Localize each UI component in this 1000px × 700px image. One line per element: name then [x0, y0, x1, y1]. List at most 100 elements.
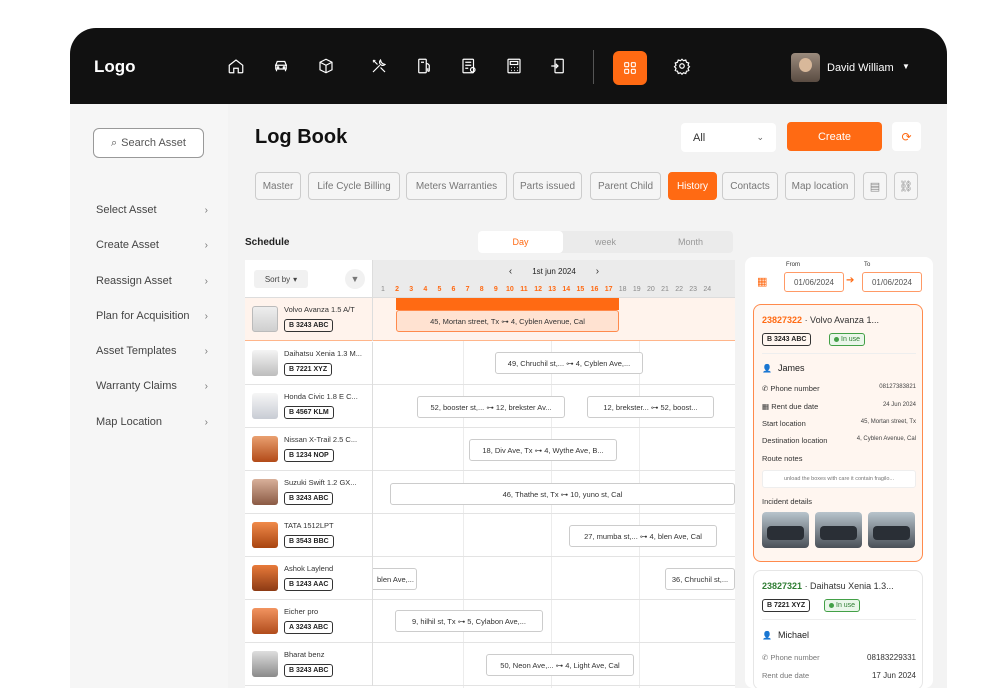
- asset-cell: Daihatsu Xenia 1.3 M... B 7221 XYZ: [245, 342, 373, 385]
- timeline-header: ‹ 1st jun 2024 › 1 2 3 4 5 6 7 8 9 10 11 12 13 14 15 16…: [373, 260, 735, 298]
- hour-label: 9: [493, 286, 498, 293]
- previous-day-icon[interactable]: ‹: [509, 266, 512, 277]
- divider: [762, 353, 916, 354]
- phone-icon: ✆: [762, 384, 769, 393]
- fuel-icon[interactable]: [413, 55, 435, 77]
- sidebar-item-asset-templates[interactable]: Asset Templates ›: [96, 345, 208, 357]
- plate-badge: B 4567 KLM: [284, 406, 334, 419]
- exit-icon[interactable]: [547, 55, 569, 77]
- user-name[interactable]: David William: [827, 62, 894, 74]
- calendar-icon[interactable]: ▦: [757, 275, 773, 291]
- from-date-input[interactable]: 01/06/2024: [784, 272, 844, 292]
- car-icon[interactable]: [270, 55, 292, 77]
- history-card-active[interactable]: 23827322 · Volvo Avanza 1... B 3243 ABC …: [753, 304, 923, 562]
- tab-meters-warranties[interactable]: Meters Warranties: [406, 172, 507, 200]
- booking-block[interactable]: 18, Div Ave, Tx ⊶ 4, Wythe Ave, B...: [469, 439, 617, 461]
- settings-icon[interactable]: [671, 55, 693, 77]
- sort-by-dropdown[interactable]: Sort by ▾: [254, 270, 308, 288]
- avatar[interactable]: [791, 53, 820, 82]
- grid-icon[interactable]: [613, 51, 647, 85]
- report-icon[interactable]: [458, 55, 480, 77]
- nav-separator: [593, 50, 594, 84]
- asset-cell: TATA 1512LPT B 3543 BBC: [245, 514, 373, 557]
- incident-label: Incident details: [762, 497, 813, 506]
- filter-icon[interactable]: ▼: [345, 269, 365, 289]
- vehicle-thumbnail: [252, 306, 278, 332]
- booking-block[interactable]: 27, mumba st,... ⊶ 4, blen Ave, Cal: [569, 525, 717, 547]
- booking-block[interactable]: 12, brekster... ⊶ 52, boost...: [587, 396, 714, 418]
- home-icon[interactable]: [225, 55, 247, 77]
- incident-photo[interactable]: [815, 512, 862, 548]
- incident-photo[interactable]: [762, 512, 809, 548]
- plate-badge: B 1243 AAC: [284, 578, 334, 591]
- history-card[interactable]: 23827321 · Daihatsu Xenia 1.3... B 7221 …: [753, 570, 923, 688]
- tab-contacts[interactable]: Contacts: [722, 172, 778, 200]
- document-icon[interactable]: ▤: [863, 172, 887, 200]
- page-title: Log Book: [255, 126, 348, 148]
- calculator-icon[interactable]: [503, 55, 525, 77]
- hour-label: 10: [505, 286, 514, 293]
- chevron-down-icon[interactable]: ▼: [902, 62, 910, 71]
- create-button[interactable]: Create: [787, 122, 882, 151]
- tab-parts-issued[interactable]: Parts issued: [513, 172, 582, 200]
- filter-select[interactable]: All ⌄: [681, 123, 776, 152]
- tab-master[interactable]: Master: [255, 172, 301, 200]
- date-navigator: ‹ 1st jun 2024 ›: [373, 266, 735, 277]
- plate-badge: B 3243 ABC: [762, 333, 812, 346]
- search-asset-label: Search Asset: [121, 137, 186, 149]
- asset-name: Volvo Avanza 1.5 A/T: [284, 305, 355, 314]
- chevron-right-icon: ›: [204, 380, 208, 392]
- chevron-right-icon: ›: [204, 239, 208, 251]
- hour-label: 13: [548, 286, 557, 293]
- sidebar-item-select-asset[interactable]: Select Asset ›: [96, 204, 208, 216]
- incident-photo[interactable]: [868, 512, 915, 548]
- vehicle-name: · Daihatsu Xenia 1.3...: [804, 581, 894, 591]
- card-title: 23827321 · Daihatsu Xenia 1.3...: [762, 581, 894, 591]
- tab-map-location[interactable]: Map location: [785, 172, 855, 200]
- schedule-row[interactable]: Daihatsu Xenia 1.3 M... B 7221 XYZ: [245, 342, 735, 385]
- booking-block[interactable]: 9, hilhil st, Tx ⊶ 5, Cylabon Ave,...: [395, 610, 543, 632]
- tab-parent-child[interactable]: Parent Child: [590, 172, 661, 200]
- hour-label: 20: [646, 286, 655, 293]
- next-day-icon[interactable]: ›: [596, 266, 599, 277]
- phone-row: ✆ Phone number 08127383821: [762, 384, 916, 393]
- tools-icon[interactable]: [368, 55, 390, 77]
- booking-block[interactable]: 52, booster st,... ⊶ 12, brekster Av...: [417, 396, 565, 418]
- view-day[interactable]: Day: [478, 231, 563, 253]
- booking-block[interactable]: 36, Chruchil st,...: [665, 568, 735, 590]
- phone-row: ✆ Phone number 08183229331: [762, 653, 916, 662]
- sidebar-item-warranty-claims[interactable]: Warranty Claims ›: [96, 380, 208, 392]
- booking-block[interactable]: 49, Chruchil st,... ⊶ 4, Cyblen Ave,...: [495, 352, 643, 374]
- sidebar-item-plan-for-acquisition[interactable]: Plan for Acquisition ›: [96, 310, 208, 322]
- tab-history[interactable]: History: [668, 172, 717, 200]
- vehicle-thumbnail: [252, 393, 278, 419]
- schedule-row[interactable]: Ashok Laylend B 1243 AAC: [245, 557, 735, 600]
- link-icon[interactable]: ⛓: [894, 172, 918, 200]
- to-date-input[interactable]: 01/06/2024: [862, 272, 922, 292]
- calendar-small-icon: ▦: [762, 402, 770, 411]
- start-value: 45, Mortan street, Tx: [860, 419, 916, 425]
- sidebar-item-create-asset[interactable]: Create Asset ›: [96, 239, 208, 251]
- main-content: Log Book All ⌄ Create ⟳ Master Life Cycl…: [228, 104, 947, 688]
- hour-label: 7: [465, 286, 470, 293]
- view-month[interactable]: Month: [648, 231, 733, 253]
- booking-block[interactable]: 46, Thathe st, Tx ⊶ 10, yuno st, Cal: [390, 483, 735, 505]
- booking-block[interactable]: 50, Neon Ave,... ⊶ 4, Light Ave, Cal: [486, 654, 634, 676]
- booking-block[interactable]: blen Ave,...: [373, 568, 417, 590]
- view-week[interactable]: week: [563, 231, 648, 253]
- box-icon[interactable]: [315, 55, 337, 77]
- booking-block[interactable]: 45, Mortan street, Tx ⊶ 4, Cyblen Avenue…: [396, 310, 619, 332]
- destination-label: Destination location: [762, 436, 828, 445]
- tab-life-cycle-billing[interactable]: Life Cycle Billing: [308, 172, 400, 200]
- refresh-icon[interactable]: ⟳: [892, 122, 921, 151]
- vehicle-name: · Volvo Avanza 1...: [804, 315, 879, 325]
- hour-label: 4: [423, 286, 428, 293]
- route-notes-row: Route notes: [762, 454, 916, 463]
- sidebar-item-map-location[interactable]: Map Location ›: [96, 416, 208, 428]
- hour-label: 17: [604, 286, 613, 293]
- plate-badge: B 1234 NOP: [284, 449, 334, 462]
- sidebar-item-reassign-asset[interactable]: Reassign Asset ›: [96, 275, 208, 287]
- plate-badge: B 3243 ABC: [284, 664, 334, 677]
- search-asset-button[interactable]: ⌕ Search Asset: [93, 128, 204, 158]
- destination-row: Destination location 4, Cyblen Avenue, Ca…: [762, 436, 916, 445]
